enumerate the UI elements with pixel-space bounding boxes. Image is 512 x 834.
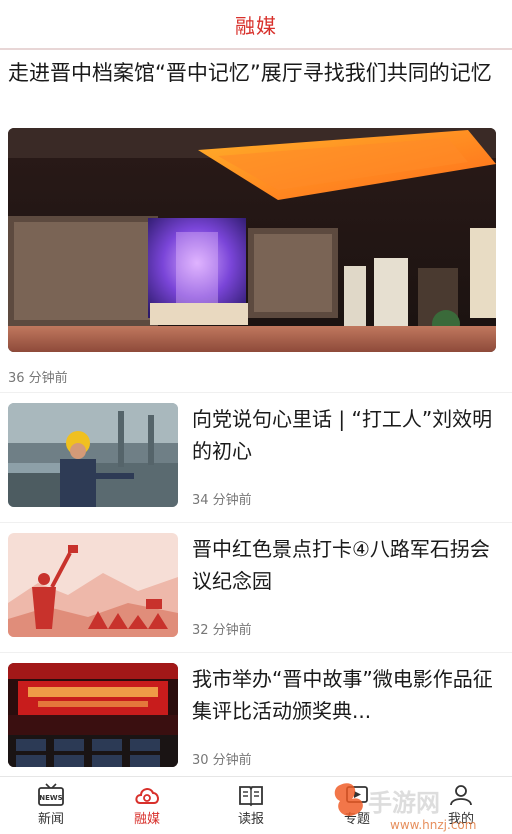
tab-media[interactable]: 融媒 <box>96 777 198 834</box>
news-icon: NEWS <box>38 783 64 806</box>
article-card[interactable]: 我市举办“晋中故事”微电影作品征集评比活动颁奖典... 30 分钟前 <box>0 652 512 780</box>
watermark-logo: 手游网 www.hnzj.com <box>334 783 476 832</box>
article-time: 30 分钟前 <box>192 753 252 768</box>
article-thumbnail[interactable] <box>8 403 178 507</box>
featured-article-image[interactable] <box>8 128 496 352</box>
tab-media-label: 融媒 <box>133 812 160 827</box>
article-card[interactable]: 向党说句心里话 | “打工人”刘效明的初心 34 分钟前 <box>0 392 512 520</box>
tab-read-paper[interactable]: 读报 <box>200 777 302 834</box>
article-time: 34 分钟前 <box>192 493 252 508</box>
tab-news[interactable]: NEWS 新闻 <box>0 777 102 834</box>
svg-text:NEWS: NEWS <box>39 794 62 802</box>
article-thumbnail[interactable] <box>8 663 178 767</box>
featured-article-time: 36 分钟前 <box>8 371 68 386</box>
article-title[interactable]: 向党说句心里话 | “打工人”刘效明的初心 <box>192 403 498 467</box>
article-title[interactable]: 我市举办“晋中故事”微电影作品征集评比活动颁奖典... <box>192 663 498 727</box>
page-title: 融媒 <box>235 14 277 38</box>
svg-text:手游网: 手游网 <box>368 789 440 817</box>
article-thumbnail[interactable] <box>8 533 178 637</box>
svg-text:www.hnzj.com: www.hnzj.com <box>390 818 476 832</box>
article-time: 32 分钟前 <box>192 623 252 638</box>
newspaper-book-icon <box>239 786 263 807</box>
featured-article-title[interactable]: 走进晋中档案馆“晋中记忆”展厅寻找我们共同的记忆 <box>8 58 502 89</box>
tab-read-paper-label: 读报 <box>237 812 264 827</box>
article-title[interactable]: 晋中红色景点打卡④八路军石拐会议纪念园 <box>192 533 498 597</box>
media-cloud-icon <box>135 788 159 804</box>
app-header: 融媒 <box>0 0 512 50</box>
article-card[interactable]: 晋中红色景点打卡④八路军石拐会议纪念园 32 分钟前 <box>0 522 512 650</box>
tab-news-label: 新闻 <box>37 812 64 827</box>
